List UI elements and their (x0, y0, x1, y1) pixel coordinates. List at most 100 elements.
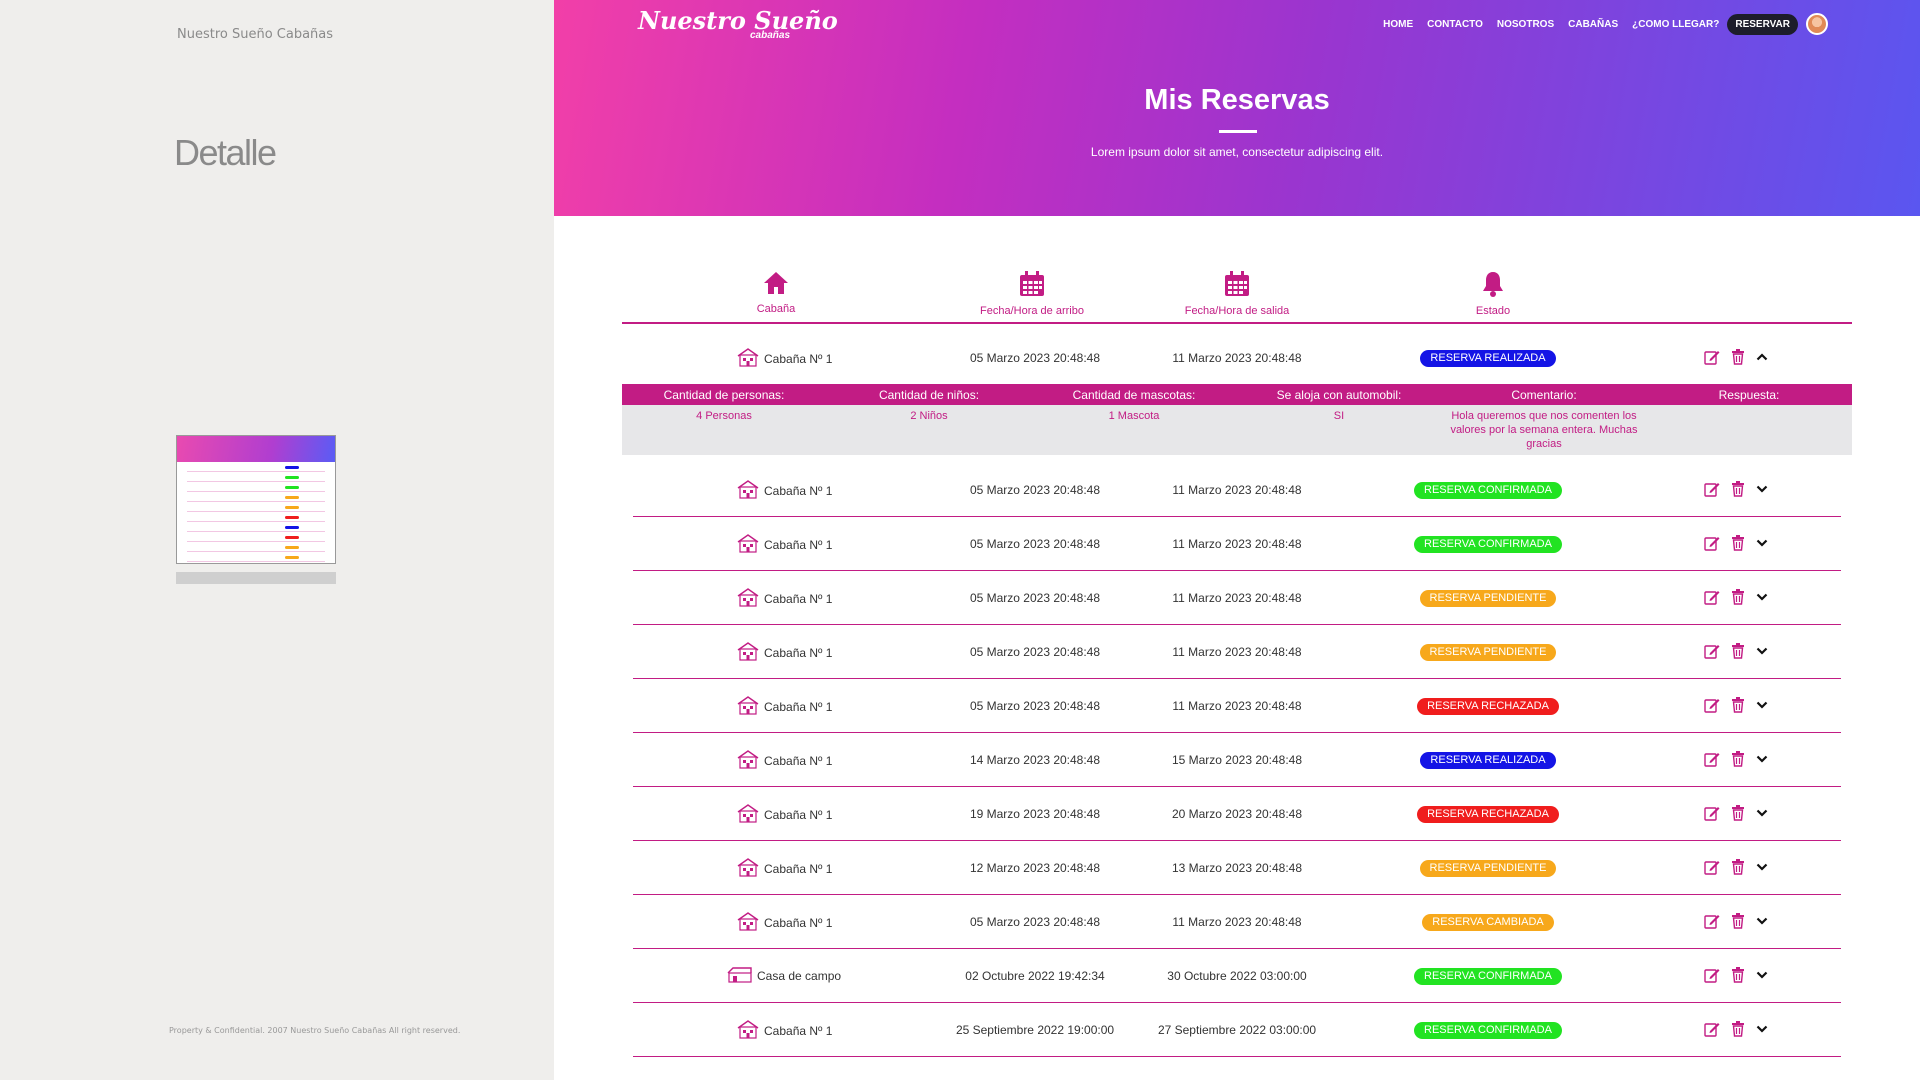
row-cabin-name: Cabaña Nº 1 (764, 699, 833, 714)
nav-nosotros[interactable]: NOSOTROS (1497, 19, 1554, 30)
thumbnail-status (285, 546, 299, 549)
table-row[interactable]: Cabaña Nº 1 19 Marzo 2023 20:48:48 20 Marz… (622, 787, 1852, 841)
status-badge: RESERVA CONFIRMADA (1414, 968, 1562, 985)
table-row[interactable]: Cabaña Nº 1 05 Marzo 2023 20:48:48 11 Marz… (622, 625, 1852, 679)
row-cabin: Casa de campo (727, 965, 841, 986)
thumbnail-row (187, 476, 325, 482)
chevron-down-icon[interactable] (1756, 808, 1768, 818)
chevron-down-icon[interactable] (1756, 916, 1768, 926)
detail-header: Cantidad de personas: Cantidad de niños:… (622, 384, 1852, 405)
trash-icon[interactable] (1731, 349, 1745, 365)
table-row[interactable]: Cabaña Nº 1 14 Marzo 2023 20:48:48 15 Marz… (622, 733, 1852, 787)
reservar-button[interactable]: RESERVAR (1727, 13, 1798, 35)
detail-header-mascotas: Cantidad de mascotas: (1072, 388, 1196, 402)
row-actions (1704, 697, 1768, 713)
trash-icon[interactable] (1731, 535, 1745, 551)
row-arrival: 05 Marzo 2023 20:48:48 (969, 591, 1101, 605)
column-status-label: Estado (1475, 305, 1511, 317)
thumbnail-row (187, 516, 325, 522)
chevron-down-icon[interactable] (1756, 700, 1768, 710)
edit-icon[interactable] (1704, 481, 1720, 497)
status-badge: RESERVA CAMBIADA (1422, 914, 1554, 931)
edit-icon[interactable] (1704, 697, 1720, 713)
row-cabin: Cabaña Nº 1 (736, 695, 832, 718)
chevron-down-icon[interactable] (1756, 646, 1768, 656)
row-departure: 30 Octubre 2022 03:00:00 (1167, 969, 1307, 983)
edit-icon[interactable] (1704, 859, 1720, 875)
cabin-icon (736, 911, 760, 934)
edit-icon[interactable] (1704, 967, 1720, 983)
row-departure: 11 Marzo 2023 20:48:48 (1172, 699, 1302, 713)
column-arrival-label: Fecha/Hora de arribo (980, 305, 1084, 317)
row-cabin: Cabaña Nº 1 (736, 749, 832, 772)
trash-icon[interactable] (1731, 697, 1745, 713)
table-row[interactable]: Cabaña Nº 1 05 Marzo 2023 20:48:48 11 Marz… (622, 679, 1852, 733)
edit-icon[interactable] (1704, 1021, 1720, 1037)
chevron-down-icon[interactable] (1756, 862, 1768, 872)
trash-icon[interactable] (1731, 805, 1745, 821)
trash-icon[interactable] (1731, 751, 1745, 767)
row-arrival: 05 Marzo 2023 20:48:48 (969, 915, 1101, 929)
status-badge: RESERVA PENDIENTE (1419, 860, 1557, 877)
detail-header-automobil: Se aloja con automobil: (1276, 388, 1402, 402)
chevron-down-icon[interactable] (1756, 592, 1768, 602)
edit-icon[interactable] (1704, 349, 1720, 365)
table-row[interactable]: Cabaña Nº 1 05 Marzo 2023 20:48:48 11 Marz… (622, 463, 1852, 517)
row-cabin-name: Cabaña Nº 1 (764, 537, 833, 552)
nav-home[interactable]: HOME (1383, 19, 1413, 30)
edit-icon[interactable] (1704, 535, 1720, 551)
table-row[interactable]: Cabaña Nº 1 05 Marzo 2023 20:48:48 11 Marz… (622, 517, 1852, 571)
edit-icon[interactable] (1704, 751, 1720, 767)
trash-icon[interactable] (1731, 859, 1745, 875)
trash-icon[interactable] (1731, 1021, 1745, 1037)
edit-icon[interactable] (1704, 643, 1720, 659)
row-departure: 11 Marzo 2023 20:48:48 (1172, 537, 1302, 551)
cabin-icon (736, 347, 760, 370)
detail-header-ninos: Cantidad de niños: (878, 388, 980, 402)
table-row[interactable]: Cabaña Nº 1 05 Marzo 2023 20:48:48 11 Marz… (622, 571, 1852, 625)
row-cabin: Cabaña Nº 1 (736, 1019, 832, 1042)
page-thumbnail[interactable] (176, 435, 336, 564)
row-cabin: Cabaña Nº 1 (736, 803, 832, 826)
house-icon (706, 270, 846, 299)
table-row[interactable]: Cabaña Nº 1 05 Marzo 2023 20:48:48 11 Marz… (622, 895, 1852, 949)
edit-icon[interactable] (1704, 589, 1720, 605)
edit-icon[interactable] (1704, 913, 1720, 929)
thumbnail-rows (177, 466, 335, 562)
trash-icon[interactable] (1731, 913, 1745, 929)
table-row[interactable]: Casa de campo 02 Octubre 2022 19:42:34 30 … (622, 949, 1852, 1003)
thumbnail-hero (177, 436, 335, 462)
column-cabin: Cabaña (706, 270, 846, 315)
site-logo[interactable]: Nuestro Sueño (638, 8, 838, 34)
user-avatar[interactable] (1806, 13, 1828, 35)
chevron-up-icon[interactable] (1756, 352, 1768, 362)
row-departure: 15 Marzo 2023 20:48:48 (1171, 753, 1303, 767)
chevron-down-icon[interactable] (1756, 754, 1768, 764)
chevron-down-icon[interactable] (1756, 538, 1768, 548)
nav-contacto[interactable]: CONTACTO (1427, 19, 1483, 30)
row-cabin: Cabaña Nº 1 (736, 857, 832, 880)
chevron-down-icon[interactable] (1756, 484, 1768, 494)
row-departure: 13 Marzo 2023 20:48:48 (1171, 861, 1303, 875)
chevron-down-icon[interactable] (1756, 970, 1768, 980)
table-row[interactable]: Cabaña Nº 1 05 Marzo 2023 20:48:48 11 Marz… (622, 331, 1852, 385)
nav-cabanas[interactable]: CABAÑAS (1568, 19, 1618, 30)
trash-icon[interactable] (1731, 643, 1745, 659)
nav-como-llegar[interactable]: ¿COMO LLEGAR? (1632, 19, 1719, 30)
table-row[interactable]: Cabaña Nº 1 12 Marzo 2023 20:48:48 13 Marz… (622, 841, 1852, 895)
thumbnail-footer (176, 572, 336, 584)
chevron-down-icon[interactable] (1756, 1024, 1768, 1034)
row-actions (1704, 481, 1768, 497)
row-arrival: 19 Marzo 2023 20:48:48 (969, 807, 1101, 821)
hero-banner: Nuestro Sueño cabañas HOME CONTACTO NOSO… (554, 0, 1920, 216)
row-arrival: 14 Marzo 2023 20:48:48 (969, 753, 1101, 767)
trash-icon[interactable] (1731, 589, 1745, 605)
row-actions (1704, 349, 1768, 365)
trash-icon[interactable] (1731, 967, 1745, 983)
edit-icon[interactable] (1704, 805, 1720, 821)
table-row[interactable]: Cabaña Nº 1 25 Septiembre 2022 19:00:00 27… (622, 1003, 1852, 1057)
trash-icon[interactable] (1731, 481, 1745, 497)
column-cabin-label: Cabaña (756, 303, 796, 315)
row-departure: 27 Septiembre 2022 03:00:00 (1157, 1023, 1317, 1037)
cabin-icon (736, 479, 760, 502)
